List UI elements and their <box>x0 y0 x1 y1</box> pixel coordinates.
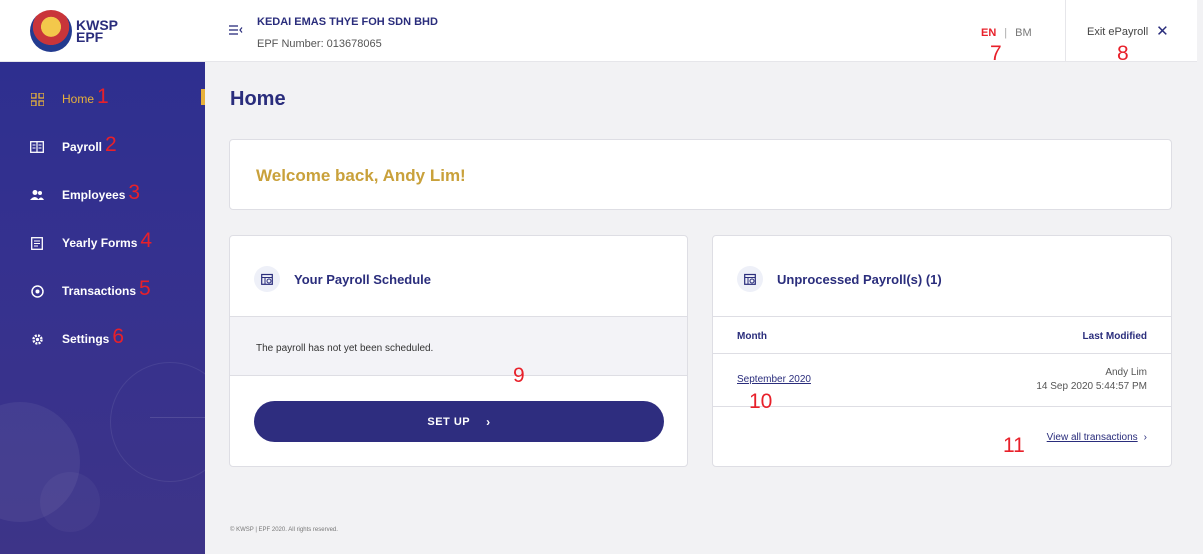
epf-number: EPF Number: 013678065 <box>257 38 382 50</box>
company-name: KEDAI EMAS THYE FOH SDN BHD <box>257 16 438 28</box>
sidebar-item-settings[interactable]: Settings 6 <box>0 324 205 354</box>
form-icon <box>30 236 44 250</box>
header-divider <box>1065 0 1066 62</box>
annotation-marker: 11 <box>1003 434 1025 457</box>
view-all-transactions-link[interactable]: View all transactions › <box>1047 432 1147 443</box>
card-title: Your Payroll Schedule <box>294 271 432 287</box>
chevron-right-icon: › <box>1143 432 1147 443</box>
page-scrollbar[interactable] <box>1197 0 1203 554</box>
sidebar-item-label: Yearly Forms <box>62 236 138 250</box>
sidebar-item-label: Home <box>62 92 95 106</box>
annotation-marker: 3 <box>128 181 141 204</box>
dashboard-icon <box>30 92 44 106</box>
table-header: Month Last Modified <box>713 316 1171 354</box>
sidebar-item-label: Employees <box>62 188 126 202</box>
menu-collapse-icon[interactable] <box>229 24 243 36</box>
welcome-card: Welcome back, Andy Lim! <box>229 139 1172 210</box>
exit-label: Exit ePayroll <box>1087 26 1149 38</box>
payroll-icon <box>30 140 44 154</box>
lang-separator: | <box>1004 27 1008 39</box>
annotation-marker: 4 <box>140 229 153 252</box>
schedule-message-band: The payroll has not yet been scheduled. <box>230 316 687 376</box>
language-switcher: EN | BM <box>981 27 1032 39</box>
sidebar-item-yearly-forms[interactable]: Yearly Forms 4 <box>0 228 205 258</box>
modified-date: 14 Sep 2020 5:44:57 PM <box>1036 381 1147 392</box>
sidebar-decoration <box>40 472 100 532</box>
transaction-icon <box>30 284 44 298</box>
modified-by: Andy Lim <box>1105 367 1147 378</box>
card-header: Your Payroll Schedule <box>254 266 431 292</box>
sidebar-decoration <box>150 417 205 418</box>
logo-text: KWSP EPF <box>76 16 118 45</box>
calendar-icon <box>737 266 763 292</box>
sidebar: Home 1 Payroll 2 Employees 3 Yearly Form… <box>0 62 205 554</box>
users-icon <box>30 188 44 202</box>
lang-bm-option[interactable]: BM <box>1015 27 1032 39</box>
epf-logo-emblem <box>30 9 72 52</box>
annotation-marker: 5 <box>139 277 151 300</box>
sidebar-item-label: Transactions <box>62 284 137 298</box>
annotation-marker: 1 <box>97 85 109 108</box>
sidebar-item-label: Payroll <box>62 140 103 154</box>
payroll-month-link[interactable]: September 2020 <box>737 374 811 385</box>
table-row: September 2020 Andy Lim 14 Sep 2020 5:44… <box>713 354 1171 407</box>
payroll-schedule-card: Your Payroll Schedule The payroll has no… <box>229 235 688 467</box>
setup-button-label: SET UP <box>427 415 471 428</box>
footer-copyright: © KWSP | EPF 2020. All rights reserved. <box>230 527 338 533</box>
sidebar-item-label: Settings <box>62 332 110 346</box>
sidebar-item-employees[interactable]: Employees 3 <box>0 180 205 210</box>
schedule-message: The payroll has not yet been scheduled. <box>256 343 434 354</box>
page-title: Home <box>230 88 286 110</box>
annotation-marker: 6 <box>112 325 125 348</box>
annotation-marker: 7 <box>990 42 1002 65</box>
lang-en-option[interactable]: EN <box>981 27 996 39</box>
calendar-icon <box>254 266 280 292</box>
gear-icon <box>30 332 44 346</box>
exit-epayroll-button[interactable]: Exit ePayroll ✕ <box>1087 23 1169 40</box>
top-bar: KEDAI EMAS THYE FOH SDN BHD EPF Number: … <box>205 0 1203 65</box>
sidebar-item-transactions[interactable]: Transactions 5 <box>0 276 205 306</box>
setup-button[interactable]: SET UP › <box>254 401 664 442</box>
annotation-marker: 9 <box>513 364 525 387</box>
sidebar-item-home[interactable]: Home 1 <box>0 84 205 114</box>
close-icon: ✕ <box>1156 23 1169 40</box>
card-title: Unprocessed Payroll(s) (1) <box>777 271 942 287</box>
annotation-marker: 2 <box>105 133 117 156</box>
sidebar-item-payroll[interactable]: Payroll 2 <box>0 132 205 162</box>
welcome-message: Welcome back, Andy Lim! <box>256 166 466 185</box>
view-all-label: View all transactions <box>1046 432 1138 443</box>
annotation-marker: 10 <box>749 390 773 413</box>
unprocessed-payroll-card: Unprocessed Payroll(s) (1) Month Last Mo… <box>712 235 1172 467</box>
column-header-last-modified: Last Modified <box>1082 331 1147 342</box>
annotation-marker: 8 <box>1117 42 1129 65</box>
column-header-month: Month <box>737 331 767 342</box>
logo-area: KWSP EPF <box>0 0 205 62</box>
sidebar-decoration <box>110 362 205 482</box>
chevron-right-icon: › <box>486 414 491 429</box>
card-header: Unprocessed Payroll(s) (1) <box>737 266 942 292</box>
